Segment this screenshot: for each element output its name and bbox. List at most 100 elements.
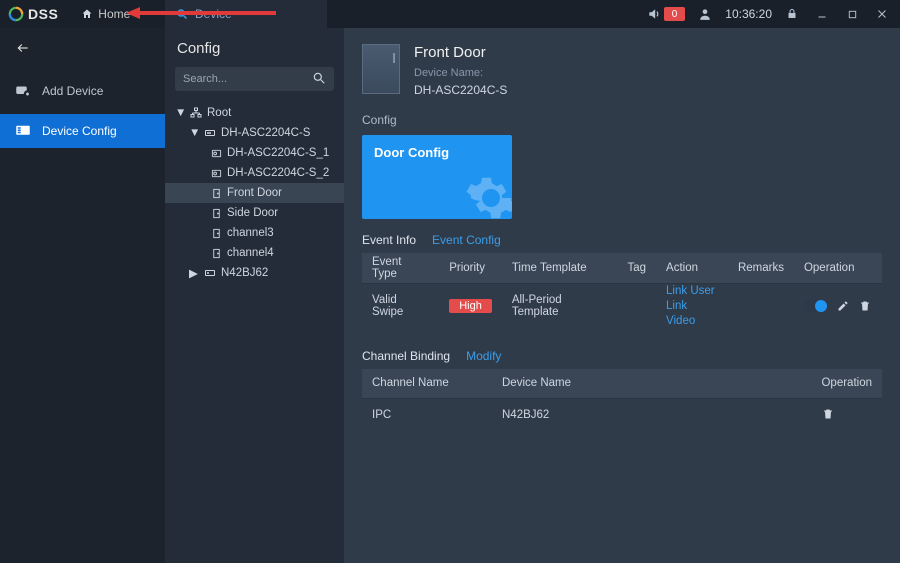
section-config-label: Config [344, 101, 900, 135]
meta-value: DH-ASC2204C-S [414, 83, 507, 97]
channel-icon [209, 146, 223, 160]
tree-node-label: channel4 [227, 247, 274, 259]
org-icon [189, 106, 203, 120]
device-tree: ▼ Root ▼ DH-ASC2204C-S DH-ASC2204C-S_1 D… [165, 99, 344, 283]
tree-node-channel[interactable]: DH-ASC2204C-S_2 [165, 163, 344, 183]
lock-icon[interactable] [782, 4, 802, 24]
tree-node-channel4[interactable]: channel4 [165, 243, 344, 263]
event-config-link[interactable]: Event Config [432, 233, 501, 247]
door-config-card[interactable]: Door Config [362, 135, 512, 219]
event-table: Event Type Priority Time Template Tag Ac… [362, 253, 882, 329]
tree-node-channel3[interactable]: channel3 [165, 223, 344, 243]
device-header: Front Door Device Name: DH-ASC2204C-S [344, 28, 900, 101]
brand-text: DSS [28, 6, 58, 22]
edit-icon[interactable] [836, 299, 850, 313]
device-icon [203, 126, 217, 140]
th-action: Action [656, 253, 728, 283]
th-device-name: Device Name [492, 369, 811, 399]
th-operation: Operation [811, 369, 882, 399]
caret-down-icon: ▼ [175, 107, 185, 119]
action-link-video[interactable]: Link Video [666, 299, 718, 329]
event-row: Valid Swipe High All-Period Template Lin… [362, 283, 882, 329]
cell-device-name: N42BJ62 [492, 399, 811, 431]
tree-panel: Config ▼ Root ▼ DH-ASC2204C-S [165, 28, 344, 563]
search-input[interactable] [175, 67, 334, 91]
gear-icon [464, 171, 512, 219]
back-button[interactable] [0, 28, 165, 68]
brand: DSS [8, 6, 58, 22]
add-device-icon [14, 82, 32, 100]
door-icon [209, 226, 223, 240]
tree-node-front-door[interactable]: Front Door [165, 183, 344, 203]
sidebar-item-add-device[interactable]: Add Device [0, 74, 165, 108]
event-section-header: Event Info Event Config [344, 227, 900, 253]
device-config-icon [14, 122, 32, 140]
speaker-icon[interactable] [644, 4, 664, 24]
clock-text: 10:36:20 [725, 7, 772, 21]
door-icon [209, 206, 223, 220]
tree-node-label: DH-ASC2204C-S [221, 127, 310, 139]
door-config-title: Door Config [374, 145, 500, 160]
tree-node-label: DH-ASC2204C-S_2 [227, 167, 329, 179]
door-icon [209, 186, 223, 200]
th-tag: Tag [617, 253, 656, 283]
cell-time-template: All-Period Template [502, 283, 618, 329]
minimize-button[interactable] [812, 4, 832, 24]
home-button[interactable]: Home [80, 7, 130, 21]
tree-node-label: Front Door [227, 187, 282, 199]
th-time-template: Time Template [502, 253, 618, 283]
channel-row: IPC N42BJ62 [362, 399, 882, 431]
channel-binding-label: Channel Binding [362, 349, 450, 363]
home-icon [80, 7, 94, 21]
channel-icon [209, 166, 223, 180]
tree-search [175, 67, 334, 91]
tree-node-label: Side Door [227, 207, 278, 219]
delete-icon[interactable] [858, 299, 872, 313]
cell-event-type: Valid Swipe [362, 283, 439, 329]
tree-node-channel[interactable]: DH-ASC2204C-S_1 [165, 143, 344, 163]
cell-remarks [728, 283, 794, 329]
th-channel-name: Channel Name [362, 369, 492, 399]
device-icon [203, 266, 217, 280]
meta-label: Device Name: [414, 67, 507, 79]
main-panel: Front Door Device Name: DH-ASC2204C-S Co… [344, 28, 900, 563]
system-icons: 0 10:36:20 [644, 4, 892, 24]
caret-down-icon: ▼ [189, 127, 199, 139]
delete-icon[interactable] [821, 407, 835, 421]
sidebar-item-label: Device Config [42, 124, 117, 138]
tree-node-side-door[interactable]: Side Door [165, 203, 344, 223]
tree-node-label: DH-ASC2204C-S_1 [227, 147, 329, 159]
tree-node-label: channel3 [227, 227, 274, 239]
sidebar-item-label: Add Device [42, 84, 103, 98]
search-icon[interactable] [312, 71, 328, 87]
sidebar-item-device-config[interactable]: Device Config [0, 114, 165, 148]
event-info-label: Event Info [362, 233, 416, 247]
tree-node-label: N42BJ62 [221, 267, 268, 279]
priority-badge: High [449, 299, 492, 313]
tree-node-label: Root [207, 107, 231, 119]
tree-node-root[interactable]: ▼ Root [165, 103, 344, 123]
action-link-user[interactable]: Link User [666, 284, 718, 299]
door-icon [209, 246, 223, 260]
th-remarks: Remarks [728, 253, 794, 283]
caret-right-icon: ▶ [189, 266, 199, 280]
device-title: Front Door [414, 44, 507, 61]
close-button[interactable] [872, 4, 892, 24]
tree-title: Config [165, 28, 344, 67]
row-toggle[interactable] [804, 300, 828, 312]
maximize-button[interactable] [842, 4, 862, 24]
tree-node-device2[interactable]: ▶ N42BJ62 [165, 263, 344, 283]
tree-node-device1[interactable]: ▼ DH-ASC2204C-S [165, 123, 344, 143]
modify-link[interactable]: Modify [466, 349, 501, 363]
brand-logo-icon [8, 6, 24, 22]
device-thumbnail [362, 44, 400, 94]
cell-channel-name: IPC [362, 399, 492, 431]
th-event-type: Event Type [362, 253, 439, 283]
th-operation: Operation [794, 253, 882, 283]
annotation-arrow [126, 6, 286, 20]
cell-tag [617, 283, 656, 329]
alert-badge[interactable]: 0 [664, 7, 686, 21]
th-priority: Priority [439, 253, 502, 283]
user-icon[interactable] [695, 4, 715, 24]
channel-binding-header: Channel Binding Modify [344, 343, 900, 369]
